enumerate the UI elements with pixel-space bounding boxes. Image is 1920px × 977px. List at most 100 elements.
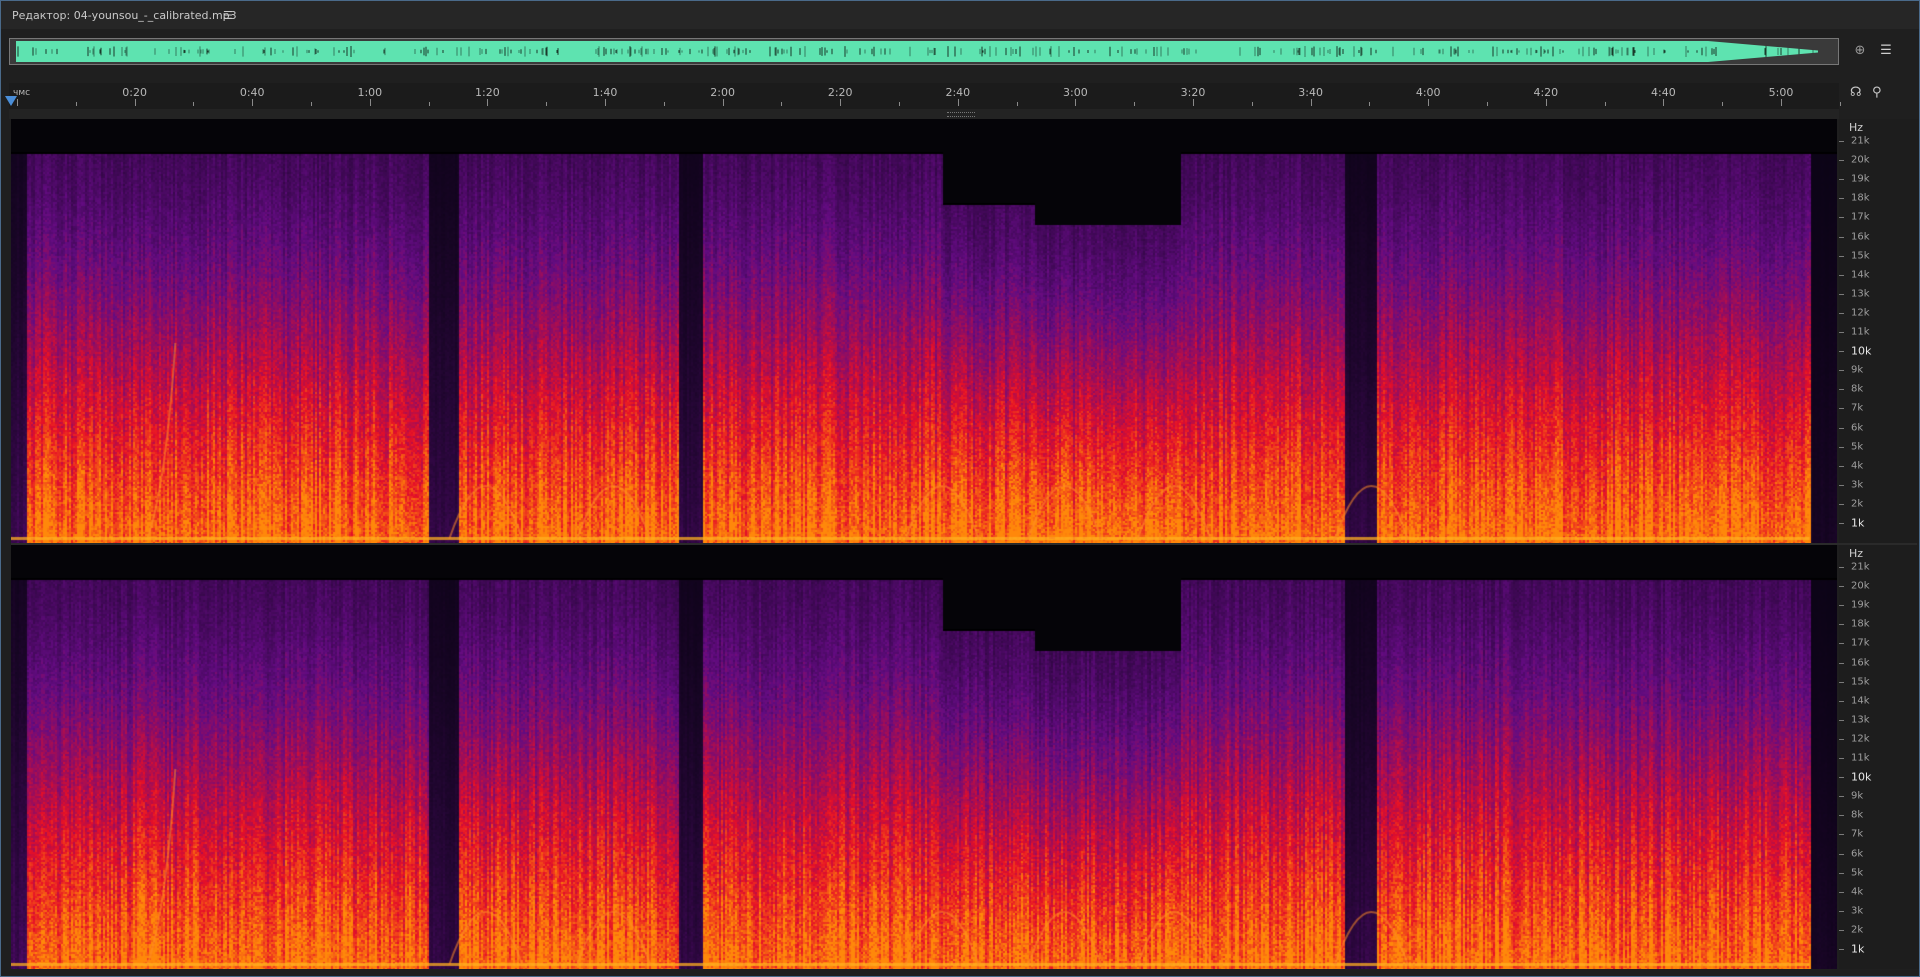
frequency-axis-left: Hz 21k 20k 19k 18k 17k 16k 15k 14k 13k 12k 11k 10k 9… xyxy=(1839,119,1919,543)
frequency-tick xyxy=(1839,586,1844,588)
ruler-tick xyxy=(1545,99,1547,106)
frequency-label: 16k xyxy=(1851,231,1870,242)
frequency-label: 17k xyxy=(1851,211,1870,223)
ruler-tick xyxy=(252,99,254,106)
frequency-label: 7k xyxy=(1851,402,1864,414)
ruler-tick xyxy=(781,102,783,106)
waveform-overview[interactable] xyxy=(9,38,1839,65)
hamburger-menu-icon[interactable]: ☰ xyxy=(223,9,233,22)
playhead-marker[interactable] xyxy=(5,96,17,106)
ruler-tick-label: 2:00 xyxy=(710,86,735,99)
frequency-tick xyxy=(1839,179,1844,181)
frequency-label: 1k xyxy=(1851,942,1865,956)
overview-waveform xyxy=(16,41,1830,62)
ruler-tick-label: 0:40 xyxy=(239,86,265,99)
time-ruler[interactable]: чмс 0:20 0:40 1:00 1:20 1:40 2:00 2:20 2:40 3:00… xyxy=(9,83,1841,109)
ruler-tick-label: 0:20 xyxy=(122,86,147,99)
frequency-tick xyxy=(1839,160,1844,162)
headphones-icon[interactable]: ☊ xyxy=(1850,85,1862,100)
ruler-tick xyxy=(1781,99,1782,106)
frequency-label: 15k xyxy=(1851,676,1870,688)
frequency-label: 8k xyxy=(1851,809,1864,821)
ruler-tick xyxy=(1016,102,1018,106)
frequency-label: 17k xyxy=(1851,637,1870,649)
frequency-tick xyxy=(1839,274,1844,276)
spectrogram-canvas-right xyxy=(11,545,1837,969)
frequency-label: 16k xyxy=(1851,657,1870,668)
frequency-unit-label: Hz xyxy=(1849,121,1864,134)
frequency-tick xyxy=(1839,293,1844,295)
frequency-label: 20k xyxy=(1851,580,1870,592)
frequency-tick xyxy=(1839,681,1844,683)
frequency-axis-right: Hz 21k 20k 19k 18k 17k 16k 15k 14k 13k 12k 11k 10k 9… xyxy=(1839,545,1919,969)
frequency-label: 10k xyxy=(1851,344,1872,358)
ruler-tick xyxy=(722,99,724,106)
ruler-tick xyxy=(1134,102,1136,106)
frequency-tick xyxy=(1839,910,1844,912)
frequency-label: 19k xyxy=(1851,173,1870,185)
frequency-tick xyxy=(1839,758,1844,759)
ruler-tick xyxy=(1075,99,1077,106)
frequency-label: 21k xyxy=(1851,135,1870,147)
ruler-tick-label: 3:40 xyxy=(1298,86,1323,99)
frequency-label: 12k xyxy=(1851,733,1870,745)
frequency-tick xyxy=(1839,312,1844,314)
frequency-tick xyxy=(1839,719,1844,721)
ruler-tick-label: 5:00 xyxy=(1768,86,1794,99)
frequency-tick xyxy=(1839,198,1844,200)
frequency-tick xyxy=(1839,777,1844,779)
waveform-view-icon[interactable]: ☰ xyxy=(1878,43,1894,59)
frequency-tick xyxy=(1839,351,1844,353)
ruler-tick-label: 3:00 xyxy=(1063,86,1088,99)
frequency-label: 11k xyxy=(1851,752,1870,764)
frequency-label: 3k xyxy=(1851,479,1864,491)
frequency-tick xyxy=(1839,484,1844,486)
frequency-label: 14k xyxy=(1851,269,1870,281)
spectrogram-canvas-left xyxy=(11,119,1837,543)
panel-resize-grip[interactable] xyxy=(947,112,975,117)
ruler-tick xyxy=(1722,102,1724,106)
ruler-tick xyxy=(605,99,606,106)
spectrogram-channel-left[interactable] xyxy=(11,119,1837,543)
ruler-tick xyxy=(1251,102,1253,106)
frequency-label: 6k xyxy=(1851,422,1864,433)
frequency-tick xyxy=(1839,891,1844,893)
frequency-tick xyxy=(1839,853,1844,855)
ruler-tick-label: 1:40 xyxy=(592,86,618,99)
ruler-tick xyxy=(369,99,371,106)
overview-waveform-body xyxy=(16,41,1830,62)
spectrogram-channel-right[interactable] xyxy=(11,545,1837,969)
frequency-tick xyxy=(1839,427,1844,429)
frequency-tick xyxy=(1839,465,1844,467)
frequency-tick xyxy=(1839,949,1844,950)
frequency-tick xyxy=(1839,370,1844,372)
frequency-tick xyxy=(1839,643,1844,645)
frequency-tick xyxy=(1839,236,1844,238)
frequency-tick xyxy=(1839,700,1844,702)
frequency-tick xyxy=(1839,567,1844,568)
frequency-tick xyxy=(1839,523,1844,524)
frequency-label: 2k xyxy=(1851,498,1864,510)
ruler-tick xyxy=(1487,102,1488,106)
frequency-label: 8k xyxy=(1851,383,1864,395)
frequency-tick xyxy=(1839,738,1844,740)
frequency-label: 9k xyxy=(1851,364,1864,376)
ruler-tick-label: 1:20 xyxy=(475,86,500,99)
frequency-label: 2k xyxy=(1851,924,1864,936)
ruler-tick xyxy=(1310,99,1312,106)
panel-title: Редактор: 04-younsou_-_calibrated.mp3 xyxy=(12,9,237,22)
zoom-selection-icon[interactable]: ⊕ xyxy=(1852,43,1868,59)
ruler-tick-label: 2:40 xyxy=(945,86,971,99)
frequency-label: 5k xyxy=(1851,867,1864,879)
ruler-tick xyxy=(899,102,900,106)
frequency-tick xyxy=(1839,446,1844,448)
frequency-label: 1k xyxy=(1851,516,1865,530)
ruler-tick-label: 4:40 xyxy=(1651,86,1676,99)
marker-pin-icon[interactable]: ⚲ xyxy=(1872,85,1882,100)
frequency-tick xyxy=(1839,834,1844,836)
ruler-tick xyxy=(487,99,489,106)
ruler-tick xyxy=(17,99,18,106)
frequency-label: 19k xyxy=(1851,599,1870,611)
frequency-label: 18k xyxy=(1851,618,1870,630)
ruler-tick xyxy=(1839,102,1841,106)
